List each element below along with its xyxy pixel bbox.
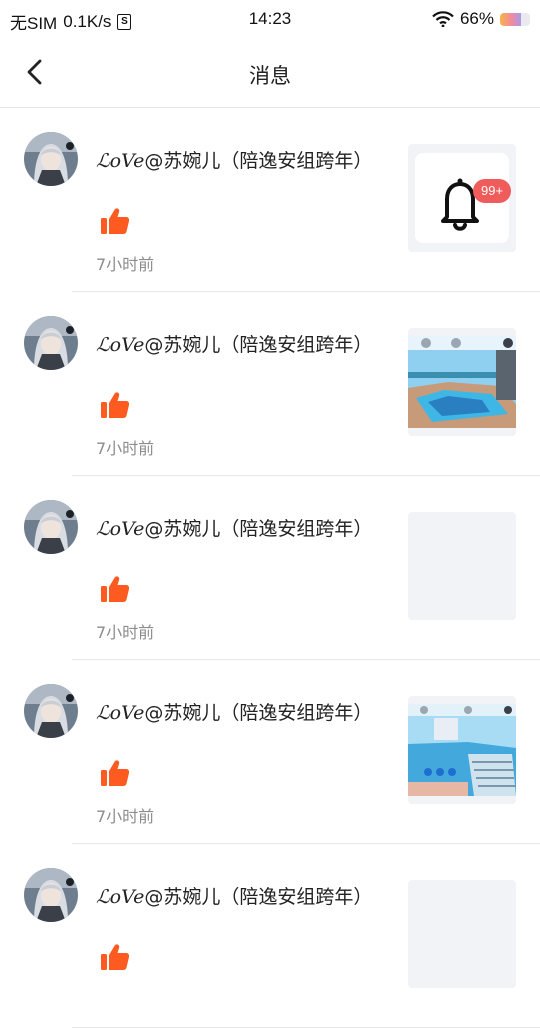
thumbs-up-icon xyxy=(101,392,130,418)
sender-name-script: ℒ𝑜Ve xyxy=(96,334,145,356)
thumbs-up-icon xyxy=(101,576,130,602)
list-item[interactable]: ℒ𝑜Ve@苏婉儿（陪逸安组跨年） 7小时前 99+ xyxy=(0,108,540,292)
sender-name[interactable]: ℒ𝑜Ve@苏婉儿（陪逸安组跨年） xyxy=(96,146,372,173)
sender-name[interactable]: ℒ𝑜Ve@苏婉儿（陪逸安组跨年） xyxy=(96,698,372,725)
avatar[interactable] xyxy=(24,684,78,738)
post-thumbnail[interactable] xyxy=(408,328,516,436)
list-item[interactable]: ℒ𝑜Ve@苏婉儿（陪逸安组跨年） 7小时前 xyxy=(0,660,540,844)
timestamp: 7小时前 xyxy=(96,623,155,642)
timestamp: 7小时前 xyxy=(96,439,155,458)
avatar[interactable] xyxy=(24,500,78,554)
sender-name-script: ℒ𝑜Ve xyxy=(96,518,145,540)
post-thumbnail[interactable]: 99+ xyxy=(408,144,516,252)
game-scene-image xyxy=(408,704,516,796)
list-item[interactable]: ℒ𝑜Ve@苏婉儿（陪逸安组跨年） 7小时前 xyxy=(0,476,540,660)
sender-name-text: @苏婉儿（陪逸安组跨年） xyxy=(144,334,373,356)
list-item[interactable]: ℒ𝑜Ve@苏婉儿（陪逸安组跨年） xyxy=(0,844,540,1028)
sender-name-script: ℒ𝑜Ve xyxy=(96,702,145,724)
thumbs-up-icon xyxy=(101,760,130,786)
battery-percent: 66% xyxy=(459,9,494,28)
sender-name[interactable]: ℒ𝑜Ve@苏婉儿（陪逸安组跨年） xyxy=(96,514,372,541)
status-bar: 无SIM 0.1K/s S 14:23 66% xyxy=(0,0,540,38)
sender-name-text: @苏婉儿（陪逸安组跨年） xyxy=(144,886,373,908)
sender-name-text: @苏婉儿（陪逸安组跨年） xyxy=(144,150,373,172)
notification-badge: 99+ xyxy=(473,179,512,203)
page-title: 消息 xyxy=(249,64,291,88)
message-list: ℒ𝑜Ve@苏婉儿（陪逸安组跨年） 7小时前 99+ ℒ𝑜Ve@苏婉儿（陪逸安组跨… xyxy=(0,108,540,1028)
game-scene-image xyxy=(408,336,516,428)
post-thumbnail[interactable] xyxy=(408,880,516,988)
status-right: 66% xyxy=(432,9,530,29)
avatar[interactable] xyxy=(24,132,78,186)
wifi-icon xyxy=(432,11,454,27)
sender-name-text: @苏婉儿（陪逸安组跨年） xyxy=(144,518,373,540)
list-item[interactable]: ℒ𝑜Ve@苏婉儿（陪逸安组跨年） 7小时前 xyxy=(0,292,540,476)
avatar[interactable] xyxy=(24,316,78,370)
timestamp: 7小时前 xyxy=(96,255,155,274)
thumbs-up-icon xyxy=(101,944,130,970)
post-thumbnail[interactable] xyxy=(408,512,516,620)
battery-icon xyxy=(500,12,530,26)
sender-name[interactable]: ℒ𝑜Ve@苏婉儿（陪逸安组跨年） xyxy=(96,882,372,909)
sender-name-script: ℒ𝑜Ve xyxy=(96,150,145,172)
post-thumbnail[interactable] xyxy=(408,696,516,804)
sender-name[interactable]: ℒ𝑜Ve@苏婉儿（陪逸安组跨年） xyxy=(96,330,372,357)
sender-name-text: @苏婉儿（陪逸安组跨年） xyxy=(144,702,373,724)
avatar[interactable] xyxy=(24,868,78,922)
bell-card: 99+ xyxy=(415,153,512,243)
thumbs-up-icon xyxy=(101,208,130,234)
timestamp: 7小时前 xyxy=(96,807,155,826)
nav-bar: 消息 xyxy=(0,38,540,108)
sender-name-script: ℒ𝑜Ve xyxy=(96,886,145,908)
